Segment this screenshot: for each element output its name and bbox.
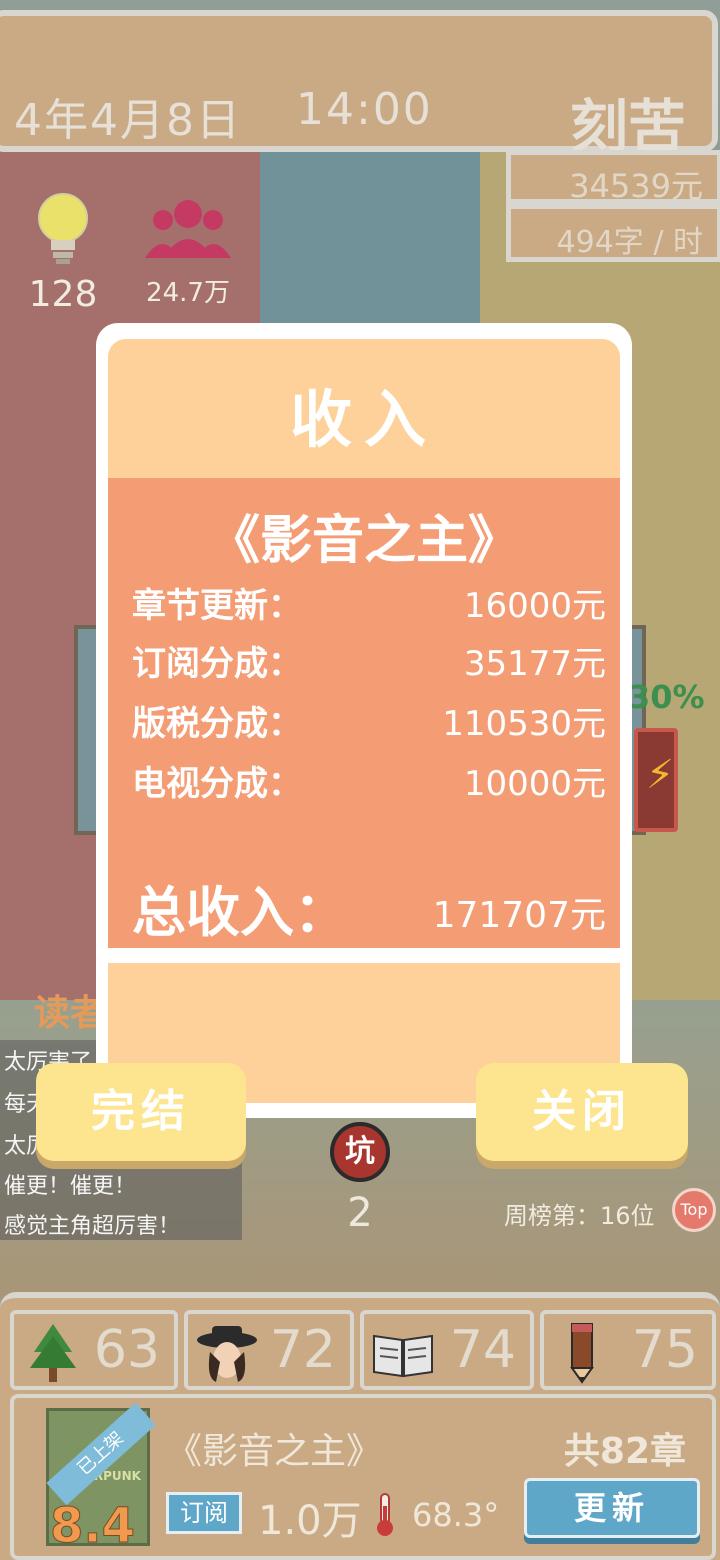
book-score: 8.4 — [49, 1498, 136, 1555]
fans-stat[interactable]: 24.7万 — [138, 196, 238, 309]
book-icon — [373, 1334, 433, 1378]
income-modal: 收入 《影音之主》 章节更新： 16000元 订阅分成： 35177元 版税分成… — [96, 323, 632, 1118]
current-book-card[interactable]: CYBERPUNK 已上架 8.4 《影音之主》 共82章 订阅 1.0万 68… — [10, 1394, 716, 1560]
detective-icon — [197, 1326, 257, 1382]
money-value: 34539元 — [569, 167, 703, 205]
chapter-count: 共82章 — [563, 1431, 686, 1472]
heat-value: 68.3° — [412, 1496, 500, 1534]
speed-box: 494字 / 时 — [506, 204, 720, 262]
battery-icon: ⚡ — [634, 728, 678, 832]
income-row: 电视分成： 10000元 — [132, 756, 606, 806]
subscription-count: 1.0万 — [258, 1498, 362, 1544]
game-time: 14:00 — [296, 84, 433, 135]
total-income-amount: 171707元 — [432, 895, 606, 936]
attribute-value: 75 — [631, 1320, 698, 1380]
date-panel: 4年4月8日 14:00 刻苦 — [0, 10, 718, 161]
comment-item: 感觉主角超厉害！ — [4, 1214, 181, 1239]
weekly-rank: 周榜第：16位 — [504, 1202, 655, 1230]
lightning-icon: ⚡ — [646, 752, 675, 798]
income-amount: 110530元 — [442, 704, 606, 744]
modal-title: 收入 — [289, 383, 438, 456]
income-label: 章节更新： — [132, 586, 302, 626]
fans-count: 24.7万 — [146, 278, 230, 308]
income-amount: 10000元 — [463, 764, 606, 804]
attribute-tree[interactable]: 63 — [10, 1310, 178, 1390]
writing-speed: 494字 / 时 — [556, 225, 703, 260]
attribute-book[interactable]: 74 — [360, 1310, 534, 1390]
income-row: 订阅分成： 35177元 — [132, 636, 606, 686]
idea-count: 128 — [28, 274, 98, 315]
bottom-panel: 63 72 74 75 CYBERPUNK 已上架 8.4 《影音之主》 共82… — [0, 1292, 720, 1560]
total-income-label: 总收入： — [132, 881, 348, 944]
pit-icon[interactable]: 坑 — [330, 1122, 390, 1182]
energy-percent: 30% — [628, 678, 705, 716]
comment-item: 催更！催更！ — [4, 1174, 137, 1199]
income-amount: 35177元 — [463, 644, 606, 684]
income-details: 《影音之主》 章节更新： 16000元 订阅分成： 35177元 版税分成： 1… — [108, 478, 620, 948]
pencil-icon — [570, 1323, 594, 1384]
income-label: 版税分成： — [132, 704, 302, 744]
update-button[interactable]: 更新 — [524, 1478, 700, 1538]
book-card-title: 《影音之主》 — [166, 1431, 383, 1472]
attribute-value: 74 — [449, 1320, 516, 1380]
attribute-value: 72 — [269, 1320, 336, 1380]
idea-stat[interactable]: 128 — [28, 190, 98, 315]
thermometer-icon — [377, 1493, 393, 1536]
income-row: 章节更新： 16000元 — [132, 578, 606, 628]
fans-icon — [145, 200, 231, 258]
shelf-status-ribbon: 已上架 — [46, 1402, 156, 1506]
income-amount: 16000元 — [463, 586, 606, 626]
income-row: 版税分成： 110530元 — [132, 696, 606, 746]
subscription-badge: 订阅 — [166, 1492, 242, 1534]
game-date: 4年4月8日 — [14, 95, 242, 146]
attribute-value: 63 — [93, 1320, 160, 1380]
income-label: 订阅分成： — [132, 644, 302, 684]
tree-icon — [30, 1324, 76, 1382]
pit-count: 2 — [347, 1190, 373, 1236]
attribute-pencil[interactable]: 75 — [540, 1310, 716, 1390]
top-rank-button[interactable]: Top — [672, 1188, 716, 1232]
income-label: 电视分成： — [132, 764, 302, 804]
close-button[interactable]: 关闭 — [476, 1063, 688, 1161]
lightbulb-icon — [38, 193, 88, 264]
money-box: 34539元 — [506, 150, 720, 205]
attribute-detective[interactable]: 72 — [184, 1310, 354, 1390]
book-title: 《影音之主》 — [207, 511, 520, 571]
finish-button[interactable]: 完结 — [36, 1063, 246, 1161]
modal-header: 收入 — [108, 339, 620, 479]
